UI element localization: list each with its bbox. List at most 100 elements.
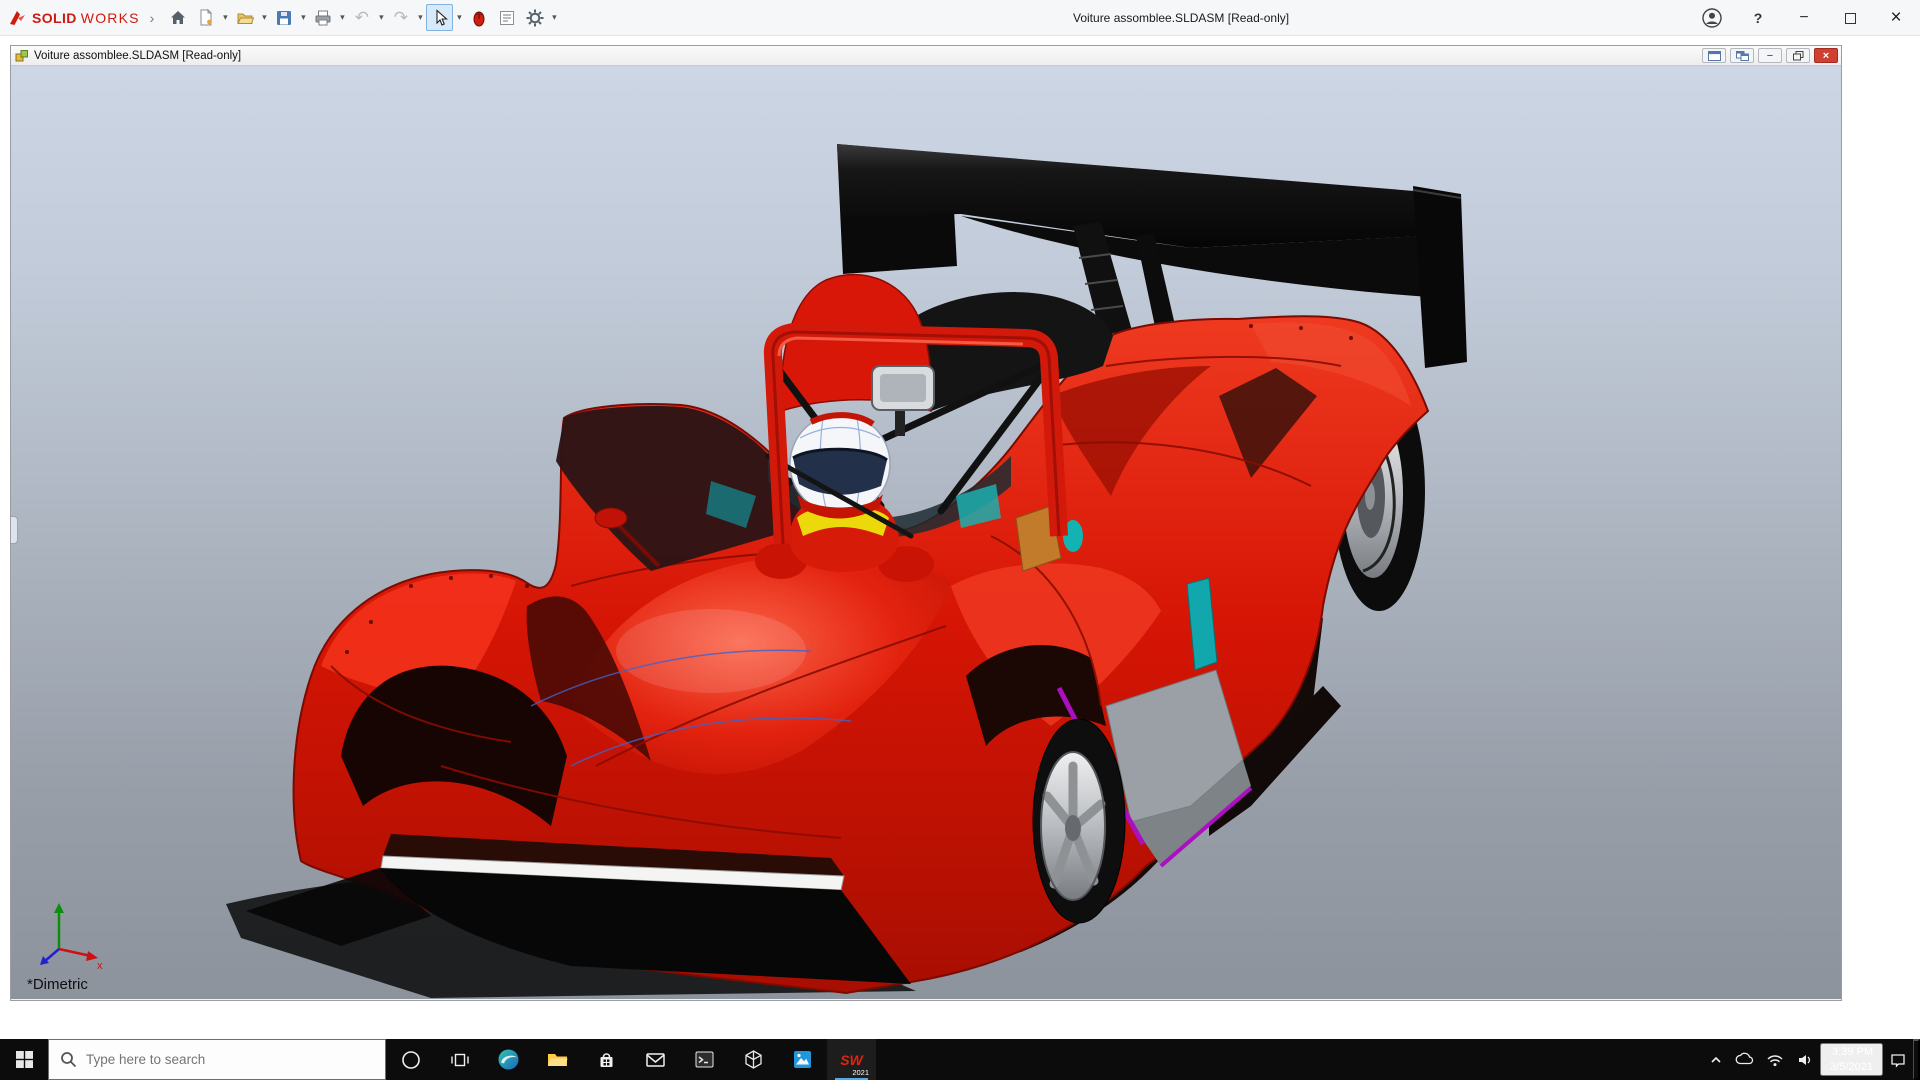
doc-restore-icon bbox=[1793, 51, 1804, 61]
doc-minimize-icon: − bbox=[1767, 50, 1773, 62]
brand-expand-arrow[interactable]: › bbox=[150, 10, 155, 26]
car-assembly-model[interactable] bbox=[11, 66, 1841, 999]
viewer-3d-button[interactable] bbox=[729, 1039, 778, 1080]
solidworks-taskbar-button[interactable]: SW 2021 bbox=[827, 1039, 876, 1080]
file-explorer-button[interactable] bbox=[533, 1039, 582, 1080]
file-properties-icon bbox=[497, 8, 517, 28]
help-icon: ? bbox=[1754, 10, 1763, 26]
app-maximize-button[interactable] bbox=[1838, 4, 1862, 32]
assembly-document-icon bbox=[15, 49, 29, 63]
doc-new-window-button[interactable] bbox=[1702, 48, 1726, 63]
terminal-button[interactable] bbox=[680, 1039, 729, 1080]
help-button[interactable]: ? bbox=[1746, 4, 1770, 32]
terminal-icon bbox=[693, 1048, 716, 1071]
solidworks-logo-icon bbox=[8, 9, 28, 27]
open-dropdown[interactable]: ▾ bbox=[259, 12, 269, 23]
doc-tile-window-button[interactable] bbox=[1730, 48, 1754, 63]
store-button[interactable] bbox=[582, 1039, 631, 1080]
chevron-up-icon bbox=[1709, 1053, 1723, 1067]
left-rear-wheel bbox=[1033, 719, 1125, 923]
photos-button[interactable] bbox=[778, 1039, 827, 1080]
doc-restore-button[interactable] bbox=[1786, 48, 1810, 63]
new-document-dropdown[interactable]: ▾ bbox=[220, 12, 230, 23]
triad-x-label: x bbox=[97, 960, 103, 971]
clock-date: 3/5/2021 bbox=[1830, 1060, 1873, 1074]
mail-icon bbox=[644, 1048, 667, 1071]
app-window-controls: ? − × bbox=[1700, 0, 1908, 36]
document-window-controls: − × bbox=[1702, 48, 1838, 63]
search-input[interactable] bbox=[86, 1052, 356, 1067]
save-icon bbox=[274, 8, 294, 28]
solidworks-year-badge: 2021 bbox=[852, 1068, 869, 1077]
mouse-gestures-button[interactable] bbox=[465, 4, 492, 31]
cube-3d-icon bbox=[742, 1048, 765, 1071]
action-center-button[interactable] bbox=[1883, 1039, 1913, 1080]
redo-dropdown[interactable]: ▾ bbox=[415, 12, 425, 23]
clock-time: 3:39 PM bbox=[1832, 1045, 1873, 1059]
doc-close-button[interactable]: × bbox=[1814, 48, 1838, 63]
account-icon bbox=[1701, 7, 1723, 29]
network-tray-button[interactable] bbox=[1760, 1039, 1790, 1080]
brand-solid: SOLID bbox=[32, 10, 77, 26]
tray-overflow-button[interactable] bbox=[1703, 1039, 1729, 1080]
mail-button[interactable] bbox=[631, 1039, 680, 1080]
doc-close-icon: × bbox=[1823, 50, 1829, 62]
undo-button[interactable]: ↶ bbox=[348, 4, 375, 31]
cloud-icon bbox=[1735, 1050, 1754, 1069]
action-center-icon bbox=[1889, 1051, 1907, 1069]
cortana-icon bbox=[401, 1050, 421, 1070]
print-dropdown[interactable]: ▾ bbox=[337, 12, 347, 23]
app-minimize-button[interactable]: − bbox=[1792, 4, 1816, 32]
quick-access-toolbar: ▾ ▾ ▾ ▾ ↶ ▾ ↷ ▾ bbox=[164, 4, 559, 31]
home-button[interactable] bbox=[164, 4, 191, 31]
file-explorer-icon bbox=[546, 1048, 569, 1071]
select-tool-dropdown[interactable]: ▾ bbox=[454, 12, 464, 23]
show-desktop-button[interactable] bbox=[1913, 1039, 1920, 1080]
undo-dropdown[interactable]: ▾ bbox=[376, 12, 386, 23]
doc-minimize-button[interactable]: − bbox=[1758, 48, 1782, 63]
photos-icon bbox=[791, 1048, 814, 1071]
maximize-icon bbox=[1845, 13, 1856, 24]
undo-icon: ↶ bbox=[355, 9, 369, 26]
cortana-button[interactable] bbox=[386, 1039, 435, 1080]
taskbar-clock[interactable]: 3:39 PM 3/5/2021 bbox=[1820, 1043, 1883, 1076]
edge-icon bbox=[497, 1048, 520, 1071]
app-close-button[interactable]: × bbox=[1884, 4, 1908, 32]
start-button[interactable] bbox=[0, 1039, 48, 1080]
driver-helmet bbox=[790, 414, 890, 519]
volume-tray-button[interactable] bbox=[1790, 1039, 1820, 1080]
store-icon bbox=[596, 1049, 617, 1070]
onedrive-tray-button[interactable] bbox=[1729, 1039, 1760, 1080]
select-cursor-icon bbox=[430, 8, 450, 28]
windows-logo-icon bbox=[16, 1051, 33, 1068]
redo-icon: ↷ bbox=[394, 9, 408, 26]
document-titlebar[interactable]: Voiture assomblee.SLDASM [Read-only] − bbox=[11, 46, 1841, 66]
graphics-viewport[interactable]: x *Dimetric bbox=[11, 66, 1841, 999]
account-button[interactable] bbox=[1700, 4, 1724, 32]
solidworks-taskbar-icon: SW bbox=[840, 1052, 863, 1068]
save-dropdown[interactable]: ▾ bbox=[298, 12, 308, 23]
task-view-button[interactable] bbox=[435, 1039, 484, 1080]
save-button[interactable] bbox=[270, 4, 297, 31]
task-view-icon bbox=[450, 1050, 470, 1070]
gear-icon bbox=[525, 8, 545, 28]
system-tray: 3:39 PM 3/5/2021 bbox=[1703, 1039, 1920, 1080]
print-button[interactable] bbox=[309, 4, 336, 31]
new-document-button[interactable] bbox=[192, 4, 219, 31]
options-button[interactable] bbox=[521, 4, 548, 31]
app-titlebar: SOLIDWORKS › ▾ ▾ bbox=[0, 0, 1920, 36]
open-button[interactable] bbox=[231, 4, 258, 31]
taskbar-search[interactable] bbox=[48, 1039, 386, 1080]
options-dropdown[interactable]: ▾ bbox=[549, 12, 559, 23]
document-window: Voiture assomblee.SLDASM [Read-only] − bbox=[10, 45, 1842, 1001]
file-properties-button[interactable] bbox=[493, 4, 520, 31]
rear-view-mirror bbox=[872, 366, 934, 436]
windows-taskbar: SW 2021 3:39 P bbox=[0, 1039, 1920, 1080]
redo-button[interactable]: ↷ bbox=[387, 4, 414, 31]
open-folder-icon bbox=[235, 8, 255, 28]
select-tool-button[interactable] bbox=[426, 4, 453, 31]
tile-window-icon bbox=[1736, 51, 1749, 61]
edge-browser-button[interactable] bbox=[484, 1039, 533, 1080]
feature-tree-splitter[interactable] bbox=[11, 516, 18, 544]
wifi-icon bbox=[1766, 1051, 1784, 1069]
